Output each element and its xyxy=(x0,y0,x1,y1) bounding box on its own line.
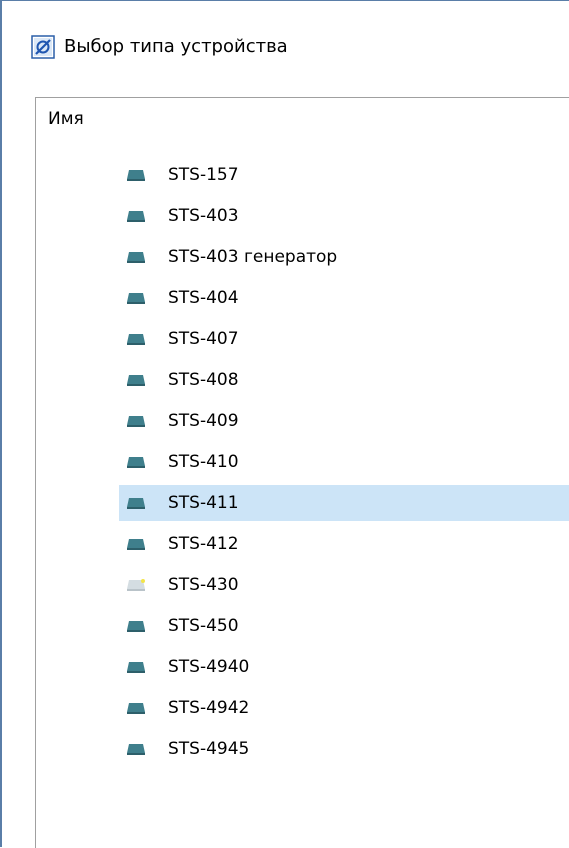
title-bar[interactable]: Выбор типа устройства xyxy=(2,1,569,87)
device-type-dialog: Выбор типа устройства Имя STS-157 STS-403… xyxy=(0,0,569,848)
window-title: Выбор типа устройства xyxy=(64,36,288,57)
device-icon xyxy=(127,293,145,304)
list-item-label: STS-412 xyxy=(168,534,239,554)
list-item-label: STS-404 xyxy=(168,288,239,308)
list-item[interactable]: STS-157 xyxy=(119,157,569,193)
device-icon xyxy=(127,621,145,632)
device-icon xyxy=(127,252,145,263)
list-item-label: STS-430 xyxy=(168,575,239,595)
list-item-label: STS-157 xyxy=(168,165,239,185)
list-item-label: STS-410 xyxy=(168,452,239,472)
list-item[interactable]: STS-410 xyxy=(119,444,569,480)
list-item[interactable]: STS-412 xyxy=(119,526,569,562)
device-type-app-icon xyxy=(31,35,55,59)
list-item-label: STS-407 xyxy=(168,329,239,349)
list-item[interactable]: STS-430 xyxy=(119,567,569,603)
list-item[interactable]: STS-409 xyxy=(119,403,569,439)
list-item-label: STS-4945 xyxy=(168,739,250,759)
list-item[interactable]: STS-407 xyxy=(119,321,569,357)
device-icon xyxy=(127,703,145,714)
device-icon xyxy=(127,211,145,222)
device-new-icon xyxy=(127,579,145,591)
list-item[interactable]: STS-404 xyxy=(119,280,569,316)
device-icon xyxy=(127,416,145,427)
list-item-label: STS-409 xyxy=(168,411,239,431)
device-icon xyxy=(127,457,145,468)
list-item[interactable]: STS-411 xyxy=(119,485,569,521)
list-item[interactable]: STS-450 xyxy=(119,608,569,644)
list-item[interactable]: STS-403 генератор xyxy=(119,239,569,275)
list-item-label: STS-4940 xyxy=(168,657,250,677)
device-type-list[interactable]: Имя STS-157 STS-403 STS-403 генератор STS-4… xyxy=(35,97,569,848)
list-item[interactable]: STS-4940 xyxy=(119,649,569,685)
list-item-label: STS-4942 xyxy=(168,698,250,718)
list-item-label: STS-403 генератор xyxy=(168,247,338,267)
list-item-label: STS-408 xyxy=(168,370,239,390)
list-item-label: STS-450 xyxy=(168,616,239,636)
device-icon xyxy=(127,744,145,755)
device-icon xyxy=(127,498,145,509)
list-item[interactable]: STS-408 xyxy=(119,362,569,398)
list-item-label: STS-403 xyxy=(168,206,239,226)
column-header-name[interactable]: Имя xyxy=(48,108,84,130)
list-item[interactable]: STS-4945 xyxy=(119,731,569,767)
device-icon xyxy=(127,334,145,345)
list-item-label: STS-411 xyxy=(168,493,239,513)
device-icon xyxy=(127,539,145,550)
device-icon xyxy=(127,170,145,181)
list-item[interactable]: STS-403 xyxy=(119,198,569,234)
device-icon xyxy=(127,662,145,673)
device-icon xyxy=(127,375,145,386)
list-item[interactable]: STS-4942 xyxy=(119,690,569,726)
